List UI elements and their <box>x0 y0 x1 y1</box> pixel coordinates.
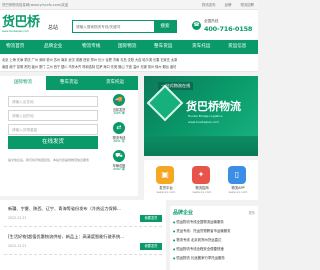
top-link-publish[interactable]: 物流发布 <box>202 3 216 7</box>
top-link-jobs[interactable]: 物流招聘 <box>240 3 254 7</box>
brand-item[interactable]: 恒运物流专线全程安全便捷快速 <box>173 246 255 251</box>
tab-truckload[interactable]: 整车货运 <box>46 76 92 90</box>
top-links: 物流发布 品牌 物流招聘 <box>194 2 254 7</box>
nav-consign[interactable]: 货车托运 <box>192 40 210 54</box>
truck-icon: 🚚 <box>113 94 125 106</box>
shipping-panel: 国际物流 整车货运 货车托运 请输入出发地 请输入目的地 请输入货物重量 在线发… <box>0 76 138 196</box>
brand-title: 品牌企业 <box>173 210 194 216</box>
phone-icon: ▯ <box>228 166 246 184</box>
brand-item[interactable]: 恒运物流 长途搬家行李托运服务 <box>173 255 255 260</box>
stat-value: 1065 单 <box>113 111 125 115</box>
app-url: www.xx.com <box>228 190 248 194</box>
app-shipping[interactable]: ▣ 发货平台 www.xx.com <box>146 166 186 196</box>
app-franchise[interactable]: ✦ 物流招商 www.xx.com <box>182 166 222 196</box>
route-icon: ⇄ <box>113 122 125 134</box>
header: 货巴桥 www.huobaqiao.com 总站 搜索 ☎ 全国热线 400-7… <box>0 10 258 40</box>
hotline-label: 全国热线 <box>204 19 219 23</box>
brand-more-link[interactable]: 更多 <box>249 210 255 215</box>
shipping-tabs: 国际物流 整车货运 货车托运 <box>0 76 138 90</box>
stat-vehicles: ⛟ 车辆总数 6582 辆 <box>104 150 136 174</box>
ship-button[interactable]: 我要发货 <box>140 215 162 222</box>
tab-consign[interactable]: 货车托运 <box>92 76 138 90</box>
logo[interactable]: 货巴桥 www.huobaqiao.com <box>2 16 40 36</box>
app-url: www.xx.com <box>192 190 212 194</box>
nav-lines[interactable]: 物流专线 <box>82 40 100 54</box>
car-icon: ⛟ <box>113 150 125 162</box>
brand-item[interactable]: 恒运物流专线全国物流运输服务 <box>173 219 255 224</box>
banner-road-graphic <box>144 136 258 156</box>
welcome-text: 货巴桥物流信息网(www.ymcxfs.com)欢迎 <box>2 3 69 7</box>
search-box: 搜索 <box>72 20 177 33</box>
news-date: 2022-12-21 <box>8 216 27 220</box>
news-list: 新疆、宁夏、陕西、辽宁、青海等省份发布（冷热运力保障... 2022-12-21… <box>0 200 166 270</box>
news-date: 2022-12-21 <box>8 244 27 248</box>
city-list: 北京 上海 天津 重庆 广州 深圳 杭州 苏州 南京 武汉 成都 西安 郑州 长… <box>0 54 258 72</box>
package-icon: ▣ <box>156 166 174 184</box>
banner-logo-shape <box>146 84 184 122</box>
nav-brand[interactable]: 品牌企业 <box>44 40 62 54</box>
top-link-brand[interactable]: 品牌 <box>225 3 232 7</box>
brand-item[interactable]: 物流专线 北京到郑州货运直达 <box>173 237 255 242</box>
app-url: www.xx.com <box>156 190 176 194</box>
stat-value: 6582 辆 <box>113 167 125 171</box>
search-scope-label[interactable]: 总站 <box>48 24 58 31</box>
hotline-number: 400-716-0158 <box>204 25 253 33</box>
phone-icon: ☎ <box>192 21 201 30</box>
nav-truckload[interactable]: 整车货运 <box>154 40 172 54</box>
stat-lines: ⇄ 物流专线 4651 条 <box>104 122 136 146</box>
news-title[interactable]: 新疆、宁夏、陕西、辽宁、青海等省份发布（冷热运力保障... <box>8 206 160 212</box>
nav-cargo-info[interactable]: 货运信息 <box>228 40 246 54</box>
ship-online-button[interactable]: 在线发货 <box>8 136 98 149</box>
tab-international[interactable]: 国际物流 <box>0 76 46 90</box>
top-bar: 货巴桥物流信息网(www.ymcxfs.com)欢迎 物流发布 品牌 物流招聘 <box>0 0 258 10</box>
nav-international[interactable]: 国际物流 <box>118 40 136 54</box>
promo-banner[interactable]: 一站式物流在线 货巴桥物流 Huoba Bridge Logistics www… <box>144 76 258 156</box>
city-row[interactable]: 南昌 南宁 昆明 贵阳 福州 厦门 兰州 西宁 银川 乌鲁木齐 呼和浩特 拉萨 … <box>2 64 256 69</box>
banner-title: 货巴桥物流 <box>186 100 241 113</box>
destination-field[interactable]: 请输入目的地 <box>8 110 98 121</box>
nav-home[interactable]: 物流首页 <box>6 40 24 54</box>
stat-value: 4651 条 <box>113 139 125 143</box>
app-links: ▣ 发货平台 www.xx.com ✦ 物流招商 www.xx.com ▯ 物流… <box>144 160 258 200</box>
search-button[interactable]: 搜索 <box>154 21 176 32</box>
city-row[interactable]: 北京 上海 天津 重庆 广州 深圳 杭州 苏州 南京 武汉 成都 西安 郑州 长… <box>2 57 256 62</box>
logo-subtext: www.huobaqiao.com <box>2 30 29 33</box>
weight-field[interactable]: 请输入货物重量 <box>8 124 98 135</box>
brand-section: 品牌企业 更多 恒运物流专线全国物流运输服务 货运专线：托运货物跨省市运输服务 … <box>170 206 258 270</box>
list-item: [生活好物]超值优惠物流供给，新品上：高清度智能行驶系统... 2022-12-… <box>4 234 162 260</box>
brand-item[interactable]: 货运专线：托运货物跨省市运输服务 <box>173 228 255 233</box>
divider <box>4 226 162 227</box>
search-input[interactable] <box>73 21 153 32</box>
app-mobile[interactable]: ▯ 物流APP www.xx.com <box>218 166 258 196</box>
divider <box>4 254 162 255</box>
banner-subtitle: Huoba Bridge Logistics <box>188 114 223 118</box>
main-nav: 物流首页 品牌企业 物流专线 国际物流 整车货运 货车托运 货运信息 <box>0 40 258 54</box>
stat-shipments: 🚚 当前发货 1065 单 <box>104 94 136 118</box>
origin-field[interactable]: 请输入出发地 <box>8 96 98 107</box>
news-title[interactable]: [生活好物]超值优惠物流供给，新品上：高清度智能行驶系统... <box>8 234 160 240</box>
banner-url: www.huobaqiao.com <box>188 120 220 124</box>
ship-button[interactable]: 我要发货 <box>140 243 162 250</box>
logo-text: 货巴桥 <box>2 15 40 30</box>
handshake-icon: ✦ <box>192 166 210 184</box>
list-item: 新疆、宁夏、陕西、辽宁、青海等省份发布（冷热运力保障... 2022-12-21… <box>4 206 162 232</box>
